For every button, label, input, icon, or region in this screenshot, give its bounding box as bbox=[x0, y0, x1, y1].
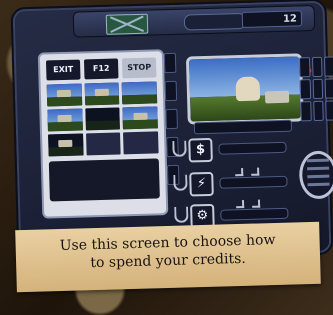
item-description-area bbox=[48, 158, 160, 202]
thumbnail[interactable] bbox=[84, 82, 120, 106]
keypad-key[interactable] bbox=[325, 100, 333, 121]
side-slot[interactable] bbox=[164, 80, 178, 102]
thumbnail[interactable] bbox=[48, 133, 84, 157]
keypad-key[interactable] bbox=[311, 56, 323, 78]
hook-icon bbox=[174, 206, 189, 223]
tab-stop[interactable]: STOP bbox=[121, 57, 157, 79]
browser-tabs: EXIT F12 STOP bbox=[45, 57, 157, 81]
hook-icon bbox=[173, 174, 188, 191]
thumbnail[interactable] bbox=[84, 107, 121, 131]
settings-slot bbox=[220, 207, 289, 221]
hook-icon bbox=[172, 140, 187, 157]
tab-exit[interactable]: EXIT bbox=[45, 59, 81, 81]
side-slot[interactable] bbox=[165, 108, 178, 130]
keypad-key[interactable] bbox=[300, 101, 312, 122]
keypad-key[interactable] bbox=[324, 56, 333, 77]
tab-f12[interactable]: F12 bbox=[83, 58, 119, 80]
vehicle-preview bbox=[264, 90, 290, 104]
thumbnail[interactable] bbox=[46, 83, 82, 107]
dollar-icon[interactable]: $ bbox=[188, 137, 213, 163]
action-row-power: ⚡ bbox=[173, 167, 298, 197]
thumbnail[interactable] bbox=[47, 108, 83, 132]
thumbnail[interactable] bbox=[122, 106, 158, 130]
top-bar: 12 bbox=[72, 4, 316, 38]
keypad-key[interactable] bbox=[299, 79, 311, 100]
money-slot bbox=[218, 141, 287, 155]
action-row-money: $ bbox=[172, 136, 297, 163]
lightning-icon[interactable]: ⚡ bbox=[189, 171, 214, 197]
credit-counter: 12 bbox=[241, 10, 303, 29]
item-browser-panel: EXIT F12 STOP bbox=[37, 49, 169, 219]
flag-emblem-icon bbox=[105, 13, 149, 35]
keypad-key[interactable] bbox=[298, 57, 311, 78]
preview-screen bbox=[185, 53, 304, 125]
power-slot bbox=[219, 175, 288, 189]
keypad-key[interactable] bbox=[312, 78, 324, 100]
preview-name-bar bbox=[193, 119, 293, 135]
instruction-caption: Use this screen to choose how to spend y… bbox=[15, 221, 321, 293]
thumbnail-empty bbox=[123, 131, 159, 155]
thumbnail[interactable] bbox=[121, 81, 158, 105]
building-preview bbox=[235, 76, 261, 102]
top-knob[interactable] bbox=[183, 12, 247, 31]
thumbnail-empty bbox=[85, 132, 121, 156]
side-slot[interactable] bbox=[163, 52, 177, 74]
keypad bbox=[298, 56, 333, 122]
thumbnail-grid bbox=[46, 81, 159, 157]
keypad-key[interactable] bbox=[312, 100, 325, 122]
vent-grille bbox=[298, 150, 333, 200]
keypad-key[interactable] bbox=[324, 78, 333, 99]
